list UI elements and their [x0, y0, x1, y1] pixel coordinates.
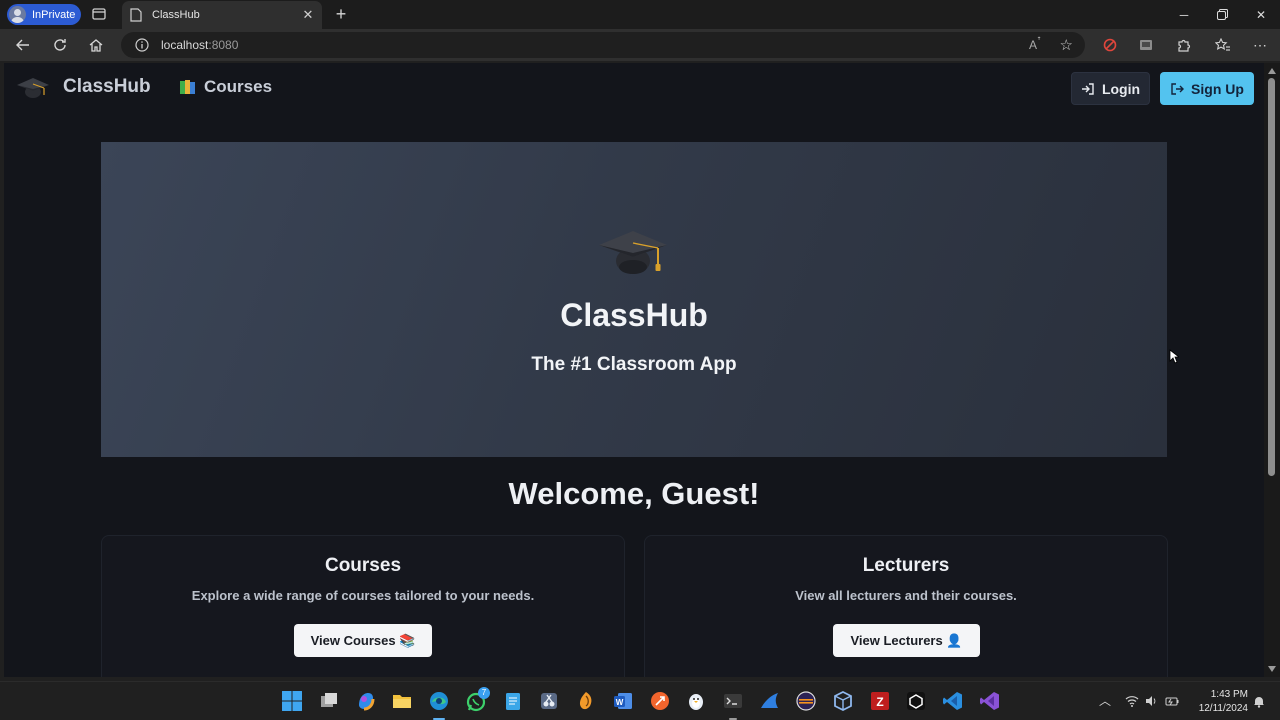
login-icon: [1081, 82, 1094, 95]
clock-time: 1:43 PM: [1210, 689, 1248, 700]
notepad-icon[interactable]: [502, 690, 524, 712]
refresh-icon[interactable]: [50, 35, 70, 55]
eclipse-ide-icon[interactable]: [795, 690, 817, 712]
file-explorer-icon[interactable]: [391, 690, 413, 712]
battery-icon[interactable]: [1165, 694, 1179, 708]
restore-window-icon[interactable]: [1203, 0, 1241, 29]
vscode-icon[interactable]: [942, 690, 964, 712]
task-view-icon[interactable]: [318, 690, 340, 712]
profile-avatar-icon: [9, 6, 26, 23]
mouse-cursor-icon: [1169, 349, 1179, 364]
filezilla-icon[interactable]: Z: [869, 690, 891, 712]
view-courses-button[interactable]: View Courses 📚: [294, 624, 432, 657]
tab-title: ClassHub: [152, 9, 200, 21]
view-lecturers-button[interactable]: View Lecturers 👤: [833, 624, 980, 657]
home-icon[interactable]: [86, 35, 106, 55]
postman-icon[interactable]: [649, 690, 671, 712]
word-icon[interactable]: W: [612, 690, 634, 712]
virtualbox-icon[interactable]: [832, 690, 854, 712]
shark-app-icon[interactable]: [759, 690, 781, 712]
url-host: localhost: [161, 38, 209, 52]
windows-start-icon[interactable]: [281, 690, 303, 712]
edge-browser-icon[interactable]: [428, 690, 450, 712]
courses-card-title: Courses: [324, 555, 402, 576]
scroll-down-icon[interactable]: [1268, 666, 1276, 672]
login-button[interactable]: Login: [1071, 72, 1150, 105]
address-bar[interactable]: localhost:8080 Aꜛ ☆: [121, 32, 1085, 58]
site-info-icon[interactable]: [135, 38, 149, 52]
inprivate-label: InPrivate: [32, 8, 76, 21]
new-tab-button[interactable]: +: [332, 5, 350, 23]
nav-courses-label: Courses: [204, 77, 273, 96]
graduation-cap-large-icon: [599, 231, 667, 274]
favorites-icon[interactable]: [1214, 36, 1232, 54]
more-menu-icon[interactable]: ⋯: [1251, 36, 1269, 54]
unity-icon[interactable]: [905, 690, 927, 712]
copilot-icon[interactable]: [355, 690, 377, 712]
brand-link[interactable]: ClassHub: [16, 73, 151, 101]
show-hidden-icons-icon[interactable]: ︿: [1098, 694, 1112, 708]
login-label: Login: [1101, 80, 1141, 97]
lecturers-card-title: Lecturers: [862, 555, 950, 576]
blocker-extension-icon[interactable]: [1101, 36, 1119, 54]
browser-titlebar: InPrivate ClassHub ✕ + ─ ✕: [0, 0, 1280, 29]
back-arrow-icon[interactable]: [13, 35, 33, 55]
page-scrollbar[interactable]: [1264, 63, 1280, 677]
lecturers-card: Lecturers View all lecturers and their c…: [644, 535, 1168, 677]
nav-courses-link[interactable]: Courses: [179, 77, 272, 97]
hero-subtitle: The #1 Classroom App: [531, 354, 737, 375]
clock-date: 12/11/2024: [1198, 703, 1248, 714]
close-window-icon[interactable]: ✕: [1242, 0, 1280, 29]
signup-label: Sign Up: [1191, 80, 1244, 97]
scrollbar-thumb[interactable]: [1268, 78, 1275, 476]
system-clock[interactable]: 1:43 PM 12/11/2024: [1190, 688, 1248, 716]
windows-taskbar: 7 W Z ︿ 1:43 PM 12/11/2024: [0, 681, 1280, 720]
tab-actions-icon[interactable]: [91, 6, 107, 22]
svg-text:W: W: [616, 698, 624, 707]
books-icon: [180, 80, 195, 94]
page-viewport: ClassHub Courses Login Sign Up ClassHub …: [4, 63, 1264, 677]
hero-title: ClassHub: [560, 297, 708, 333]
inprivate-profile-button[interactable]: InPrivate: [7, 4, 81, 25]
close-tab-icon[interactable]: ✕: [300, 7, 316, 23]
scroll-up-icon[interactable]: [1268, 68, 1276, 74]
extension-icon[interactable]: [1137, 36, 1155, 54]
penguin-app-icon[interactable]: [685, 690, 707, 712]
visual-studio-icon[interactable]: [979, 690, 1001, 712]
whatsapp-badge: 7: [478, 687, 490, 699]
notification-bell-icon[interactable]: [1252, 694, 1266, 708]
lecturers-card-description: View all lecturers and their courses.: [795, 588, 1017, 603]
brand-name: ClassHub: [63, 76, 151, 97]
terminal-icon[interactable]: [722, 690, 744, 712]
graduation-cap-icon: [17, 78, 49, 98]
fl-studio-icon[interactable]: [575, 690, 597, 712]
browser-toolbar: localhost:8080 Aꜛ ☆ ⋯: [0, 29, 1280, 61]
snipping-tool-icon[interactable]: [538, 690, 560, 712]
favorite-star-icon[interactable]: ☆: [1060, 36, 1073, 54]
welcome-heading: Welcome, Guest!: [508, 476, 760, 511]
browser-tab-active[interactable]: ClassHub ✕: [122, 1, 322, 29]
hero-banner: ClassHub The #1 Classroom App: [101, 142, 1167, 457]
url-port: :8080: [208, 38, 239, 52]
signup-icon: [1171, 82, 1185, 95]
courses-card: Courses Explore a wide range of courses …: [101, 535, 625, 677]
read-aloud-icon[interactable]: Aꜛ: [1029, 37, 1041, 52]
volume-icon[interactable]: [1144, 694, 1158, 708]
extensions-puzzle-icon[interactable]: [1174, 36, 1192, 54]
app-header: ClassHub Courses Login Sign Up: [4, 63, 1264, 115]
svg-text:Z: Z: [876, 695, 883, 709]
minimize-window-icon[interactable]: ─: [1165, 0, 1203, 29]
courses-card-description: Explore a wide range of courses tailored…: [191, 588, 535, 603]
page-favicon-icon: [130, 8, 142, 22]
signup-button[interactable]: Sign Up: [1160, 72, 1254, 105]
url-text: localhost:8080: [161, 38, 238, 52]
wifi-icon[interactable]: [1125, 694, 1139, 708]
